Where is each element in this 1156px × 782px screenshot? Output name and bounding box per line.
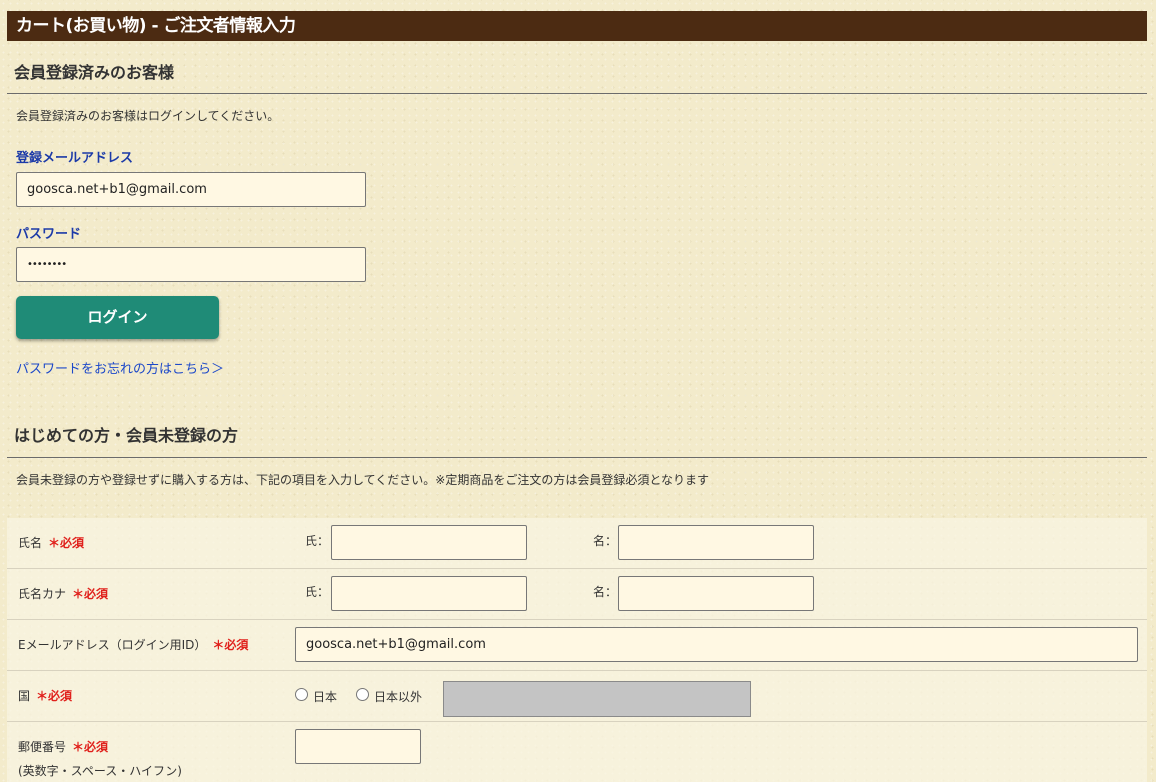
postal-label-text: 郵便番号 (18, 740, 67, 754)
last-name-kana-label: 氏： (305, 585, 330, 599)
form-row-email: Eメールアドレス（ログイン用ID） ＊必須 goosca.net+b1@gmail… (7, 620, 1147, 671)
first-name-kana-input[interactable] (618, 576, 814, 611)
form-row-name: 氏名 ＊必須 氏： 名： (7, 518, 1147, 569)
kana-label-text: 氏名カナ (18, 587, 67, 601)
last-name-kana-input[interactable] (331, 576, 527, 611)
form-row-kana: 氏名カナ ＊必須 氏： 名： (7, 569, 1147, 620)
country-select-disabled (443, 681, 751, 717)
member-section-title: 会員登録済みのお客様 (14, 63, 175, 82)
email-row-label: Eメールアドレス（ログイン用ID） ＊必須 (18, 636, 248, 653)
required-badge: ＊必須 (36, 689, 73, 703)
country-other-radio[interactable] (356, 688, 369, 701)
divider (7, 457, 1147, 458)
forgot-password-link[interactable]: パスワードをお忘れの方はこちら＞ (16, 358, 224, 377)
country-label: 国 ＊必須 (18, 687, 72, 704)
guest-section-title: はじめての方・会員未登録の方 (14, 426, 239, 445)
email-row-label-text: Eメールアドレス（ログイン用ID） (18, 638, 207, 652)
divider (7, 93, 1147, 94)
name-label-text: 氏名 (18, 536, 43, 550)
country-other-label[interactable]: 日本以外 (374, 688, 422, 705)
guest-instruction: 会員未登録の方や登録せずに購入する方は、下記の項目を入力してください。※定期商品… (16, 473, 709, 487)
form-row-country: 国 ＊必須 日本 日本以外 (7, 671, 1147, 722)
password-label: パスワード (16, 227, 82, 242)
postal-code-input[interactable] (295, 729, 421, 764)
required-badge: ＊必須 (72, 740, 109, 754)
member-instruction: 会員登録済みのお客様はログインしてください。 (16, 109, 280, 123)
required-badge: ＊必須 (48, 536, 85, 550)
last-name-label: 氏： (305, 534, 330, 548)
first-name-kana-label: 名： (593, 585, 618, 599)
kana-label: 氏名カナ ＊必須 (18, 585, 108, 602)
postal-note: (英数字・スペース・ハイフン) (18, 764, 182, 778)
country-label-text: 国 (18, 689, 31, 703)
country-japan-radio[interactable] (295, 688, 308, 701)
email-label: 登録メールアドレス (16, 151, 134, 166)
form-row-postal: 郵便番号 ＊必須 (英数字・スペース・ハイフン) (7, 722, 1147, 782)
name-label: 氏名 ＊必須 (18, 534, 84, 551)
page-title: カート(お買い物) - ご注文者情報入力 (7, 11, 1147, 41)
login-email-input[interactable]: goosca.net+b1@gmail.com (16, 172, 366, 207)
first-name-input[interactable] (618, 525, 814, 560)
required-badge: ＊必須 (72, 587, 109, 601)
postal-label: 郵便番号 ＊必須 (18, 738, 108, 755)
required-badge: ＊必須 (212, 638, 249, 652)
login-button[interactable]: ログイン (16, 296, 219, 339)
first-name-label: 名： (593, 534, 618, 548)
last-name-input[interactable] (331, 525, 527, 560)
email-input[interactable]: goosca.net+b1@gmail.com (295, 627, 1138, 662)
country-japan-label[interactable]: 日本 (313, 688, 337, 705)
password-input[interactable]: •••••••• (16, 247, 366, 282)
